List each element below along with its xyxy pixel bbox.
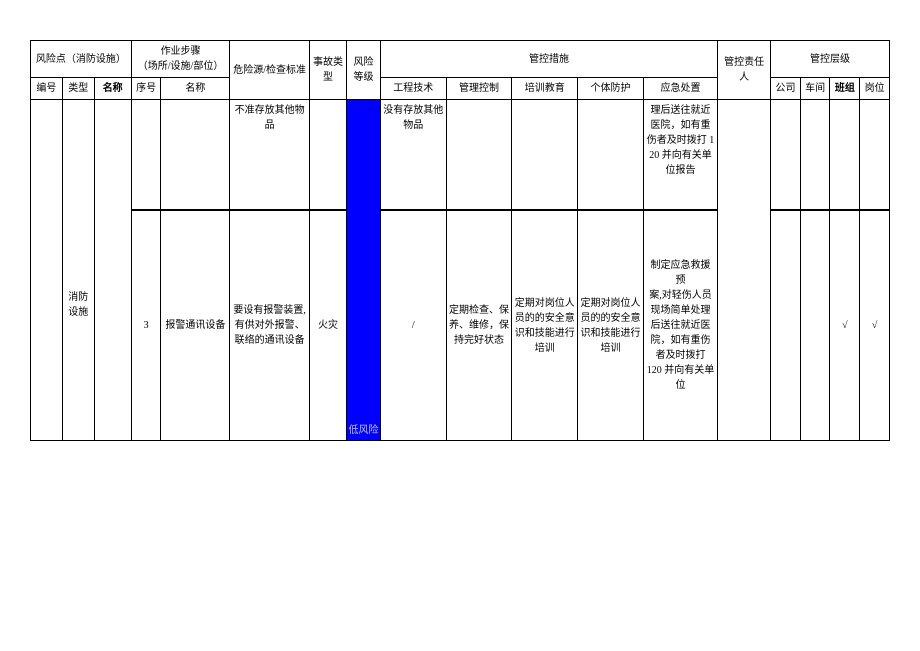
cell-hazard: 不准存放其他物品 <box>230 100 310 210</box>
cell-ppe: 定期对岗位人员的的安全意识和技能进行培训 <box>578 211 644 441</box>
cell-category: 消防设施 <box>62 100 94 441</box>
cell-step-name: 报警通讯设备 <box>161 211 230 441</box>
header-risk-level: 风险等级 <box>347 41 381 100</box>
header-name: 名称 <box>94 78 131 100</box>
cell-responsible <box>718 100 771 441</box>
cell-seq <box>131 100 161 210</box>
header-training: 培训教育 <box>512 78 578 100</box>
header-team: 班组 <box>830 78 860 100</box>
cell-id <box>31 100 63 441</box>
header-category: 类型 <box>62 78 94 100</box>
header-control-layer: 管控层级 <box>771 41 890 78</box>
header-workshop: 车间 <box>800 78 830 100</box>
cell-post: √ <box>860 211 890 441</box>
cell-management <box>446 100 512 210</box>
header-id: 编号 <box>31 78 63 100</box>
table-row: 消防设施 不准存放其他物品 低风险 没有存放其他物品 理后送往就近医院，如有重伤… <box>31 100 890 210</box>
header-management: 管理控制 <box>446 78 512 100</box>
cell-risk-level: 低风险 <box>347 100 381 441</box>
cell-name <box>94 100 131 441</box>
cell-accident <box>309 100 346 210</box>
cell-ppe <box>578 100 644 210</box>
cell-seq: 3 <box>131 211 161 441</box>
risk-assessment-table: 风险点（消防设施） 作业步骤 （场所/设施/部位） 危险源/检查标准 事故类型 … <box>30 40 890 441</box>
cell-company <box>771 211 801 441</box>
cell-workshop <box>800 211 830 441</box>
cell-team <box>830 100 860 210</box>
header-company: 公司 <box>771 78 801 100</box>
cell-team: √ <box>830 211 860 441</box>
header-accident-type: 事故类型 <box>309 41 346 100</box>
header-engineering: 工程技术 <box>380 78 446 100</box>
cell-hazard: 要设有报警装置,有供对外报警、联络的通讯设备 <box>230 211 310 441</box>
header-seq: 序号 <box>131 78 161 100</box>
header-post: 岗位 <box>860 78 890 100</box>
cell-workshop <box>800 100 830 210</box>
header-hazard-check: 危险源/检查标准 <box>230 41 310 100</box>
cell-emergency: 理后送往就近医院，如有重伤者及时拨打 120 并向有关单位报告 <box>643 100 717 210</box>
cell-training <box>512 100 578 210</box>
header-work-step: 作业步骤 （场所/设施/部位） <box>131 41 230 78</box>
cell-engineering: 没有存放其他物品 <box>380 100 446 210</box>
header-ppe: 个体防护 <box>578 78 644 100</box>
cell-step-name <box>161 100 230 210</box>
header-step-name: 名称 <box>161 78 230 100</box>
cell-post <box>860 100 890 210</box>
cell-company <box>771 100 801 210</box>
header-emergency: 应急处置 <box>643 78 717 100</box>
header-risk-point: 风险点（消防设施） <box>31 41 132 78</box>
header-control-responsible: 管控责任人 <box>718 41 771 100</box>
cell-management: 定期检查、保养、维修，保持完好状态 <box>446 211 512 441</box>
header-control-measures: 管控措施 <box>380 41 717 78</box>
cell-emergency: 制定应急救援预 案,对轻伤人员现场简单处理后送往就近医院，如有重伤者及时拨打 1… <box>643 211 717 441</box>
risk-level-label: 低风险 <box>347 421 380 440</box>
cell-engineering: / <box>380 211 446 441</box>
cell-training: 定期对岗位人员的的安全意识和技能进行培训 <box>512 211 578 441</box>
cell-accident: 火灾 <box>309 211 346 441</box>
